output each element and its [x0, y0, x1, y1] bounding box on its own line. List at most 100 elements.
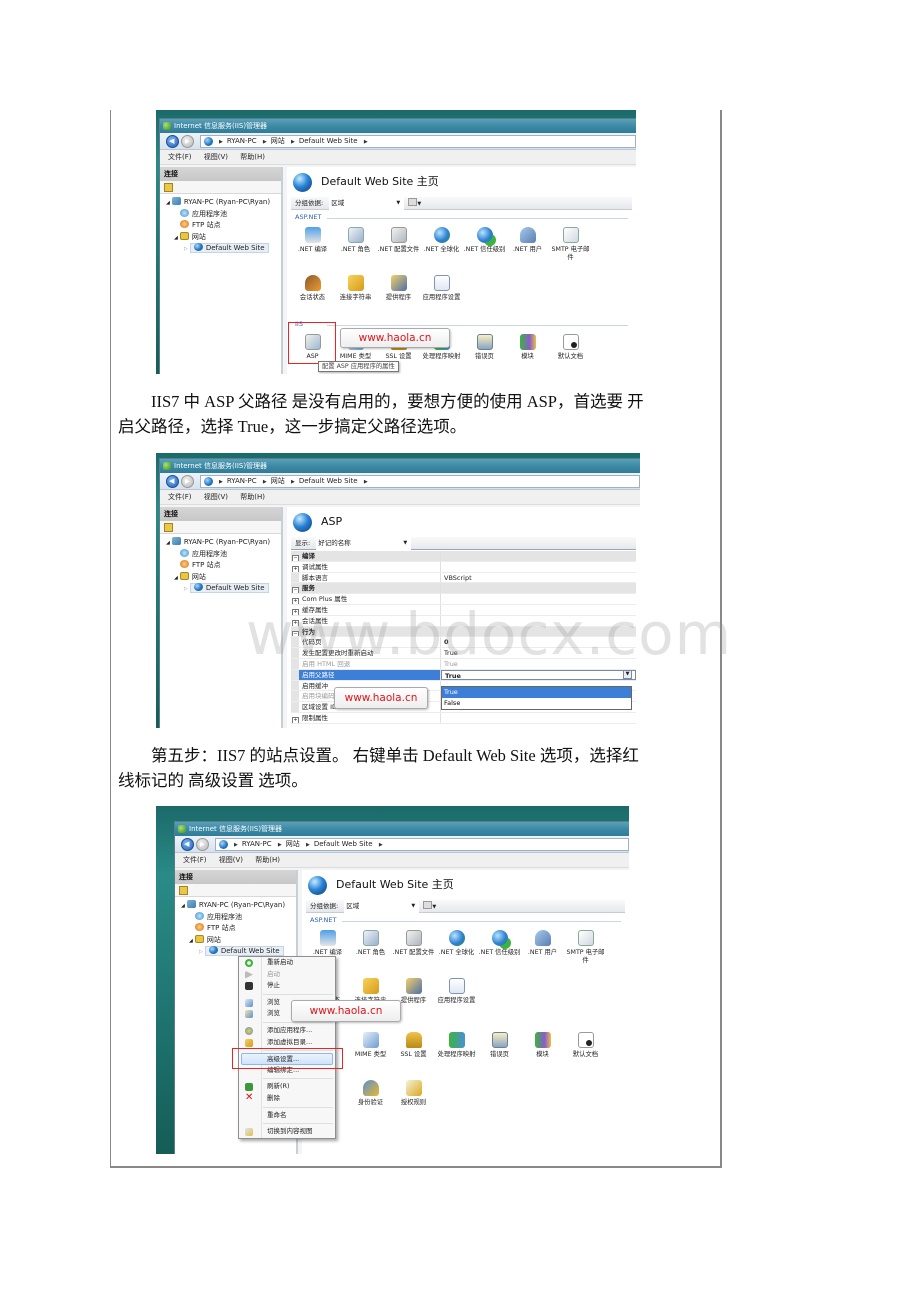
feature-tile[interactable]: SMTP 电子邮件 — [564, 927, 607, 975]
property-row[interactable]: + 会话属性 — [291, 615, 636, 627]
connect-icon[interactable] — [179, 886, 188, 895]
back-button[interactable] — [181, 838, 194, 851]
breadcrumb-item[interactable]: 网站 — [271, 477, 285, 485]
context-menu-item[interactable]: 停止 — [239, 980, 335, 992]
tree-item-ftp[interactable]: FTP 站点 — [160, 220, 281, 232]
menu-help[interactable]: 帮助(H) — [240, 153, 265, 161]
breadcrumb-item[interactable]: 网站 — [271, 137, 285, 145]
expand-icon[interactable]: ◢ — [181, 903, 185, 909]
context-menu-item[interactable]: 启动 — [239, 969, 335, 981]
feature-tile[interactable]: MIME 类型 — [349, 1029, 392, 1077]
tree-item-server[interactable]: ◢ RYAN-PC (Ryan-PC\Ryan) — [175, 900, 296, 912]
back-button[interactable] — [166, 475, 179, 488]
feature-tile[interactable]: .NET 全球化 — [420, 224, 463, 272]
dropdown-option[interactable]: True — [442, 687, 631, 698]
feature-tile[interactable]: SMTP 电子邮件 — [549, 224, 592, 272]
expand-icon[interactable]: ◢ — [174, 235, 178, 241]
collapse-icon[interactable]: ▷ — [184, 246, 188, 252]
property-value[interactable]: VBScript — [441, 573, 636, 583]
dropdown-option[interactable]: False — [442, 698, 631, 709]
collapse-icon[interactable]: ▷ — [184, 586, 188, 592]
context-menu-item[interactable]: 刷新(R) — [239, 1081, 335, 1093]
tree-item-sites[interactable]: ◢ 网站 — [160, 571, 281, 584]
expand-icon[interactable]: + — [292, 619, 299, 626]
connect-icon[interactable] — [164, 523, 173, 532]
dropdown-arrow-icon[interactable]: ▼ — [623, 669, 632, 679]
feature-tile[interactable]: .NET 用户 — [521, 927, 564, 975]
tree-item-server[interactable]: ◢ RYAN-PC (Ryan-PC\Ryan) — [160, 197, 281, 209]
feature-tile[interactable]: 处理程序映射 — [435, 1029, 478, 1077]
property-category[interactable]: − 行为 — [291, 626, 636, 638]
tree-item-app-pools[interactable]: 应用程序池 — [175, 911, 296, 924]
group-by-select[interactable]: 区域 ▼ — [329, 197, 405, 210]
property-category[interactable]: − 服务 — [291, 583, 636, 595]
context-menu-item[interactable]: 切换到内容视图 — [239, 1126, 335, 1138]
feature-tile[interactable]: .NET 信任级别 — [478, 927, 521, 975]
expand-icon[interactable]: ◢ — [189, 938, 193, 944]
expand-icon[interactable]: + — [292, 565, 299, 572]
feature-tile[interactable]: 授权规则 — [392, 1077, 435, 1125]
feature-tile[interactable]: .NET 用户 — [506, 224, 549, 272]
collapse-icon[interactable]: − — [292, 587, 299, 594]
property-row[interactable]: 启用父路径 True ▼ — [291, 669, 636, 681]
feature-tile[interactable]: .NET 全球化 — [435, 927, 478, 975]
menu-view[interactable]: 视图(V) — [204, 153, 228, 161]
expand-icon[interactable]: ◢ — [166, 200, 170, 206]
property-category[interactable]: − 编译 — [291, 551, 636, 562]
property-row[interactable]: + Com Plus 属性 — [291, 594, 636, 605]
feature-tile[interactable]: .NET 配置文件 — [377, 224, 420, 272]
breadcrumb-item[interactable]: Default Web Site — [299, 137, 358, 145]
feature-tile[interactable]: 模块 — [506, 331, 549, 374]
feature-tile[interactable]: 错误页 — [478, 1029, 521, 1077]
feature-tile[interactable]: 身份验证 — [349, 1077, 392, 1125]
tree-item-ftp[interactable]: FTP 站点 — [175, 923, 296, 935]
menu-view[interactable]: 视图(V) — [204, 493, 228, 501]
property-row[interactable]: + 调试属性 — [291, 561, 636, 573]
feature-tile[interactable]: .NET 角色 — [349, 927, 392, 975]
collapse-icon[interactable]: ▷ — [199, 949, 203, 955]
breadcrumb[interactable]: ▶ RYAN-PC ▶ 网站 ▶ Default Web Site ▶ — [200, 135, 636, 148]
property-value[interactable]: True — [441, 659, 636, 669]
property-row[interactable]: 启用 HTML 回退 True — [291, 658, 636, 670]
feature-tile[interactable]: 错误页 — [463, 331, 506, 374]
context-menu-item[interactable]: 添加应用程序... — [239, 1025, 335, 1037]
breadcrumb[interactable]: ▶ RYAN-PC ▶ 网站 ▶ Default Web Site ▶ — [200, 475, 640, 488]
property-row[interactable]: 脚本语言 VBScript — [291, 572, 636, 584]
property-row[interactable]: 发生配置更改时重新启动 True — [291, 648, 636, 659]
feature-tile[interactable]: .NET 信任级别 — [463, 224, 506, 272]
property-row[interactable]: + 限制属性 — [291, 712, 636, 724]
property-row[interactable]: + 缓存属性 — [291, 604, 636, 616]
menu-help[interactable]: 帮助(H) — [255, 856, 280, 864]
feature-tile[interactable]: 会话状态 — [291, 272, 334, 320]
connect-icon[interactable] — [164, 183, 173, 192]
feature-tile[interactable]: 默认文档 — [549, 331, 592, 374]
breadcrumb-item[interactable]: RYAN-PC — [242, 840, 272, 848]
tree-item-ftp[interactable]: FTP 站点 — [160, 560, 281, 572]
tree-item-app-pools[interactable]: 应用程序池 — [160, 548, 281, 561]
expand-icon[interactable]: ◢ — [174, 575, 178, 581]
feature-tile[interactable]: .NET 角色 — [334, 224, 377, 272]
feature-tile[interactable]: 应用程序设置 — [435, 975, 478, 1023]
menu-file[interactable]: 文件(F) — [168, 153, 192, 161]
menu-file[interactable]: 文件(F) — [183, 856, 207, 864]
breadcrumb-item[interactable]: Default Web Site — [299, 477, 358, 485]
feature-tile[interactable]: 模块 — [521, 1029, 564, 1077]
feature-tile[interactable]: .NET 配置文件 — [392, 927, 435, 975]
feature-tile[interactable]: 默认文档 — [564, 1029, 607, 1077]
back-button[interactable] — [166, 135, 179, 148]
context-menu-item[interactable]: 重新启动 — [239, 957, 335, 969]
chevron-down-icon[interactable]: ▼ — [417, 201, 421, 207]
breadcrumb[interactable]: ▶ RYAN-PC ▶ 网站 ▶ Default Web Site ▶ — [215, 838, 629, 851]
menu-file[interactable]: 文件(F) — [168, 493, 192, 501]
breadcrumb-item[interactable]: RYAN-PC — [227, 137, 257, 145]
forward-button[interactable] — [196, 838, 209, 851]
display-select[interactable]: 好记的名称 ▼ — [316, 537, 412, 550]
breadcrumb-item[interactable]: Default Web Site — [314, 840, 373, 848]
property-row[interactable]: 代码页 0 — [291, 637, 636, 649]
collapse-icon[interactable]: − — [292, 630, 299, 637]
tree-item-default-web-site[interactable]: ▷ Default Web Site — [160, 243, 281, 255]
group-by-select[interactable]: 区域 ▼ — [344, 900, 420, 913]
forward-button[interactable] — [181, 135, 194, 148]
tree-item-app-pools[interactable]: 应用程序池 — [160, 208, 281, 221]
feature-tile[interactable]: 连接字符串 — [334, 272, 377, 320]
